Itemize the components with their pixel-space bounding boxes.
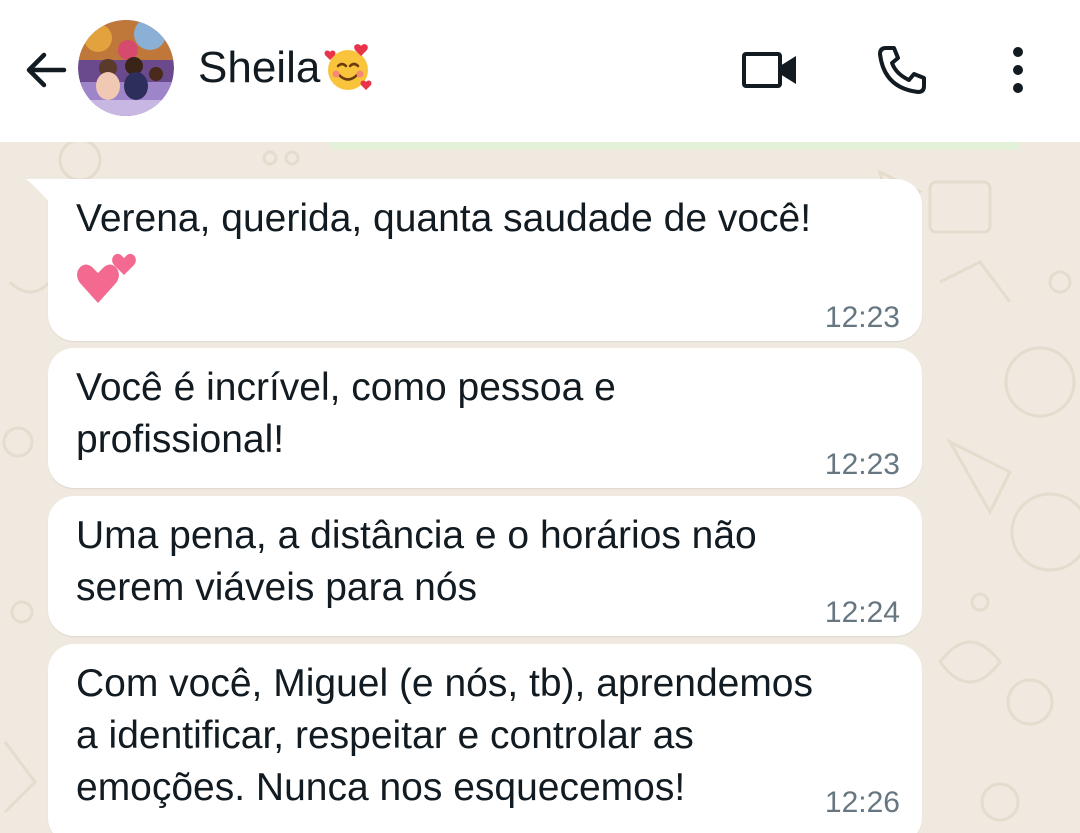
message-bubble[interactable]: Uma pena, a distância e o horários não s… (48, 496, 922, 636)
chat-area[interactable]: Verena, querida, quanta saudade de você!… (0, 142, 1080, 833)
video-call-button[interactable] (740, 40, 800, 100)
smiling-face-with-hearts-icon (324, 44, 372, 90)
phone-call-icon (878, 46, 926, 94)
message-time: 12:24 (824, 596, 900, 629)
contact-name-text: Sheila (198, 43, 321, 92)
message-time: 12:26 (824, 786, 900, 819)
message-text: Com você, Miguel (e nós, tb), aprendemos… (76, 662, 814, 809)
message-text: Uma pena, a distância e o horários não s… (76, 514, 757, 609)
contact-avatar[interactable] (78, 20, 174, 116)
contact-name[interactable]: Sheila (198, 42, 374, 94)
message-emoji-row (76, 245, 898, 305)
message-text: Você é incrível, como pessoa e profissio… (76, 366, 616, 461)
message-time: 12:23 (824, 301, 900, 334)
video-call-icon (742, 52, 796, 88)
chat-header: Sheila (0, 0, 1080, 142)
bubble-tail (26, 179, 50, 203)
voice-call-button[interactable] (872, 40, 932, 100)
more-options-icon (1013, 47, 1023, 93)
message-time: 12:23 (824, 448, 900, 481)
message-text: Verena, querida, quanta saudade de você! (76, 197, 812, 240)
message-bubble[interactable]: Com você, Miguel (e nós, tb), aprendemos… (48, 644, 922, 833)
back-button[interactable] (20, 44, 72, 96)
previous-message-edge (330, 142, 1020, 150)
more-options-button[interactable] (990, 40, 1046, 100)
message-bubble[interactable]: Você é incrível, como pessoa e profissio… (48, 348, 922, 488)
message-bubble[interactable]: Verena, querida, quanta saudade de você!… (26, 179, 922, 341)
two-hearts-icon (77, 253, 136, 303)
back-arrow-icon (26, 52, 67, 88)
